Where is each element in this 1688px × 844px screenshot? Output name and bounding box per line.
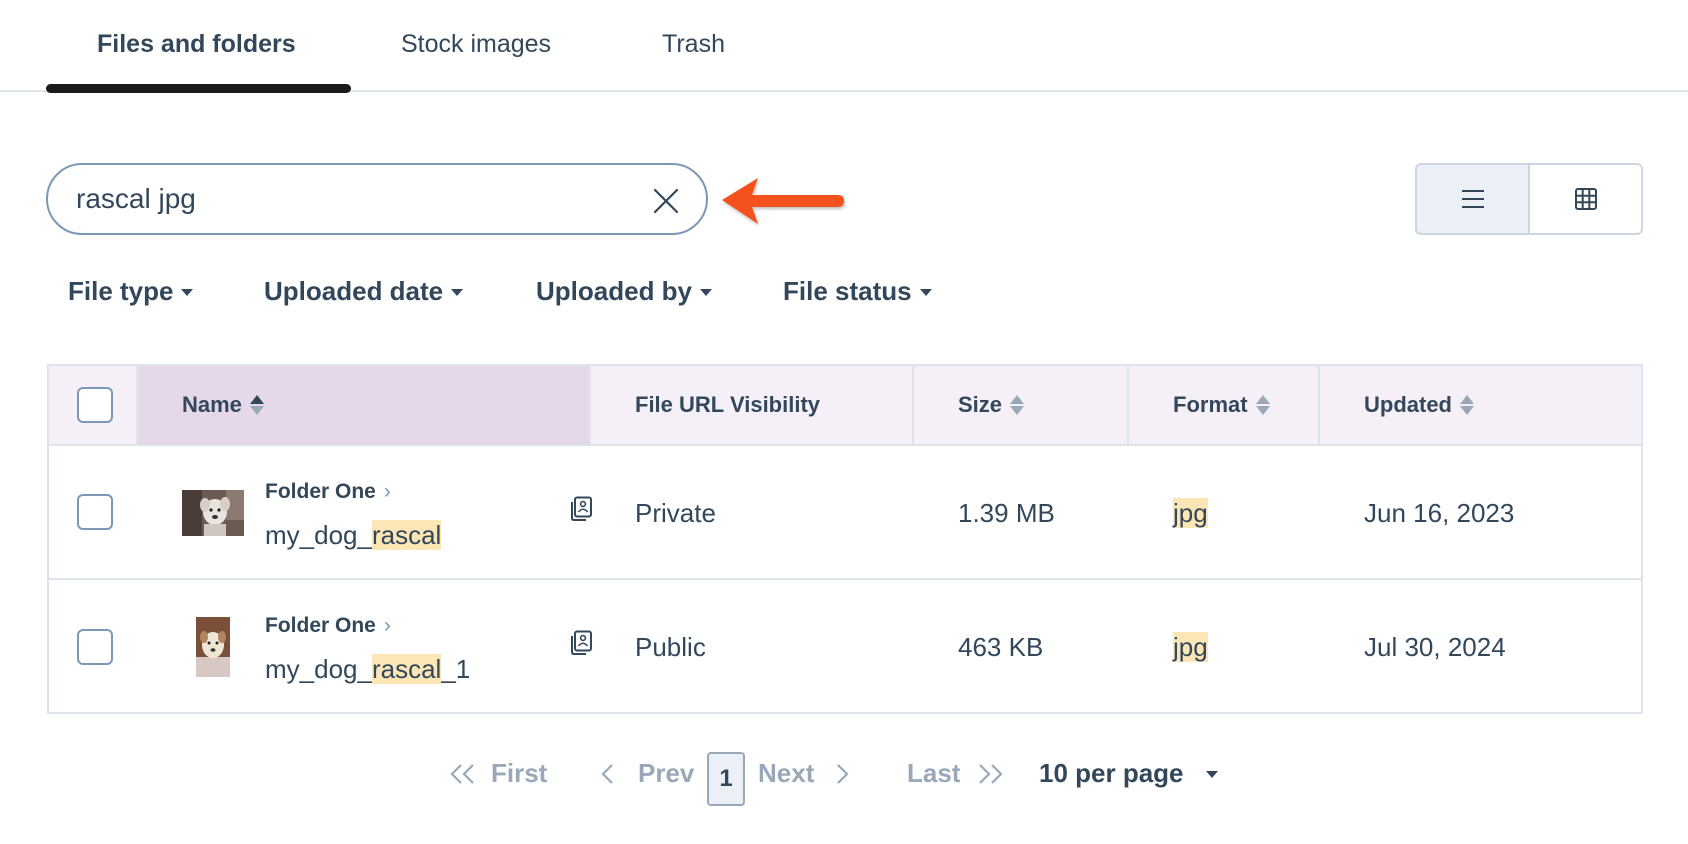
first-page-button[interactable]: First	[449, 758, 547, 789]
size-value: 1.39 MB	[958, 498, 1055, 528]
column-header-visibility: File URL Visibility	[591, 366, 914, 444]
double-chevron-right-icon	[979, 763, 1004, 784]
chevron-left-icon	[601, 763, 613, 784]
sort-icon	[1010, 395, 1025, 415]
visibility-value: Public	[635, 632, 706, 662]
file-status-filter[interactable]: File status	[783, 276, 932, 307]
tab-trash[interactable]: Trash	[662, 30, 725, 59]
files-table: Name File URL Visibility Size Format Upd…	[47, 364, 1643, 714]
arrow-pointer-icon	[722, 178, 844, 224]
file-name-link[interactable]: my_dog_rascal_1	[265, 654, 470, 685]
sort-icon	[1255, 395, 1270, 415]
per-page-select[interactable]: 10 per page	[1039, 758, 1218, 789]
format-value: jpg	[1173, 632, 1208, 662]
updated-value: Jul 30, 2024	[1364, 632, 1506, 662]
search-box	[46, 163, 708, 235]
copy-link-icon[interactable]	[569, 630, 593, 656]
caret-down-icon	[1205, 771, 1218, 778]
tab-bar: Files and folders Stock images Trash	[0, 0, 1688, 93]
last-page-button[interactable]: Last	[907, 758, 1004, 789]
caret-down-icon	[700, 289, 713, 296]
table-row[interactable]: Folder One › my_dog_rascal Private 1.39 M…	[49, 446, 1641, 580]
column-header-size[interactable]: Size	[914, 366, 1129, 444]
column-header-updated[interactable]: Updated	[1320, 366, 1641, 444]
folder-breadcrumb[interactable]: Folder One ›	[265, 614, 391, 638]
close-icon[interactable]	[652, 187, 680, 215]
file-thumbnail[interactable]	[182, 490, 244, 536]
grid-view-icon	[1574, 188, 1597, 210]
chevron-right-icon: ›	[383, 614, 391, 637]
tab-stock-images[interactable]: Stock images	[401, 30, 551, 59]
column-header-name[interactable]: Name	[138, 366, 591, 444]
column-header-format[interactable]: Format	[1129, 366, 1320, 444]
double-chevron-left-icon	[450, 763, 474, 784]
row-checkbox[interactable]	[77, 494, 113, 530]
active-tab-indicator	[46, 84, 351, 93]
uploaded-date-filter[interactable]: Uploaded date	[264, 276, 464, 307]
visibility-value: Private	[635, 498, 716, 528]
filter-label: Uploaded by	[536, 276, 693, 306]
folder-breadcrumb[interactable]: Folder One ›	[265, 480, 391, 504]
file-thumbnail[interactable]	[196, 617, 230, 677]
format-value: jpg	[1173, 498, 1208, 528]
row-checkbox[interactable]	[77, 629, 113, 665]
chevron-right-icon: ›	[383, 480, 391, 503]
filter-label: File type	[68, 276, 174, 306]
size-value: 463 KB	[958, 632, 1044, 662]
filter-label: File status	[783, 276, 912, 306]
chevron-right-icon	[837, 763, 849, 784]
caret-down-icon	[451, 289, 464, 296]
search-input[interactable]	[76, 179, 636, 219]
list-view-icon	[1461, 190, 1484, 208]
select-all-cell	[49, 366, 138, 444]
caret-down-icon	[919, 289, 932, 296]
caret-down-icon	[181, 289, 194, 296]
file-type-filter[interactable]: File type	[68, 276, 194, 307]
grid-view-button[interactable]	[1530, 165, 1641, 233]
sort-icon	[1460, 395, 1474, 415]
filter-label: Uploaded date	[264, 276, 444, 306]
prev-page-button[interactable]: Prev	[600, 758, 694, 789]
uploaded-by-filter[interactable]: Uploaded by	[536, 276, 713, 307]
table-header: Name File URL Visibility Size Format Upd…	[49, 366, 1641, 446]
select-all-checkbox[interactable]	[77, 387, 113, 423]
tab-files-and-folders[interactable]: Files and folders	[97, 30, 296, 59]
current-page-button[interactable]: 1	[707, 752, 745, 806]
view-toggle	[1415, 163, 1643, 235]
file-name-link[interactable]: my_dog_rascal	[265, 520, 442, 551]
table-row[interactable]: Folder One › my_dog_rascal_1 Public 463 K…	[49, 580, 1641, 714]
list-view-button[interactable]	[1417, 165, 1530, 233]
sort-icon	[249, 395, 264, 415]
copy-link-icon[interactable]	[569, 496, 593, 522]
next-page-button[interactable]: Next	[758, 758, 850, 789]
updated-value: Jun 16, 2023	[1364, 498, 1515, 528]
